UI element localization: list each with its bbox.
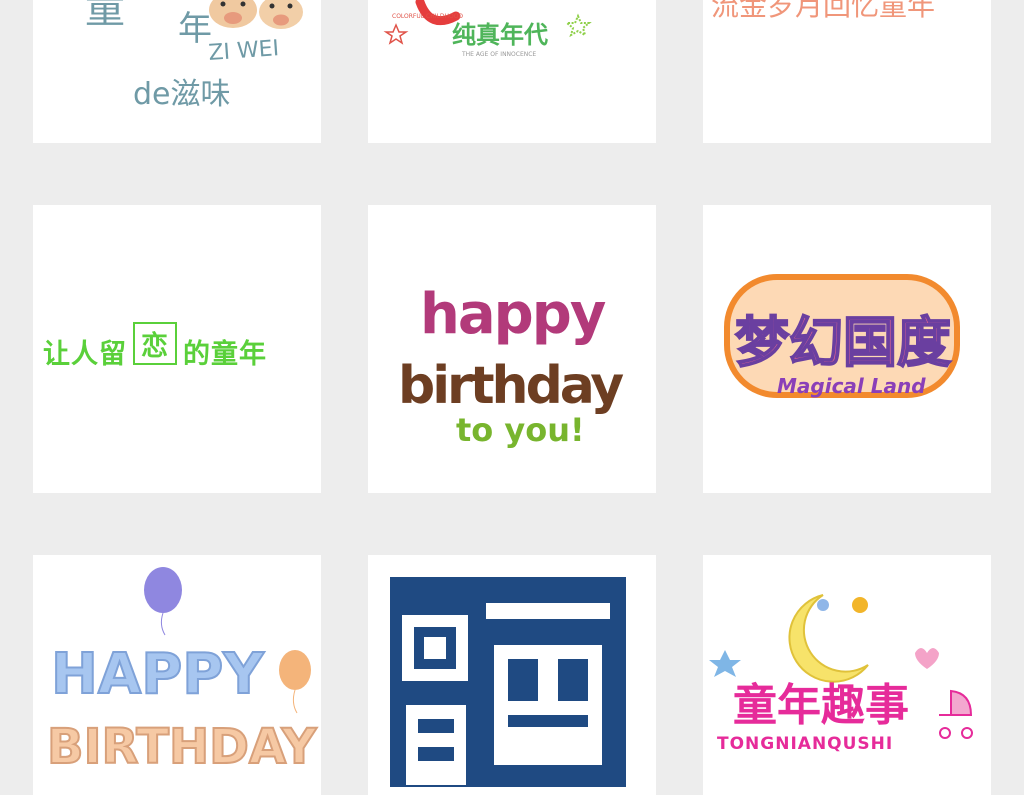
text-before: 让人留 [43,339,127,370]
sun-icon [852,597,868,613]
heart-icon [915,648,939,669]
star-icon [709,650,741,677]
tile-8[interactable] [368,555,656,795]
pig-figure-right [259,0,303,29]
balloon-purple-icon [144,567,182,613]
tile-3[interactable]: 流金岁月回忆童年 [703,0,991,143]
tile-1[interactable]: 童 年 ZI WEI de滋味 [33,0,321,143]
tile-6[interactable]: 梦幻国度 Magical Land [703,205,991,493]
magical-land-english-text: Magical Land [777,374,926,398]
happy-balloon-text: HAPPY [51,642,265,707]
de-zi-wei-text: de滋味 [133,77,231,112]
tile-4[interactable]: 让人留恋的童年 [33,205,321,493]
pure-era-text: 纯真年代 [452,21,548,49]
look-back-seal-art [390,577,626,787]
tile-2[interactable]: COLORFUL CHILDHOOD 纯真年代 THE AGE OF INNOC… [368,0,656,143]
happy-text: happy [420,282,606,347]
birthday-text: birthday [398,356,623,416]
magical-land-art: 梦幻国度 Magical Land [724,274,960,398]
to-you-text: to you! [456,411,585,449]
birthday-balloon-text: BIRTHDAY [47,719,318,775]
balloon-orange-icon [279,650,311,690]
magical-land-chinese-text: 梦幻国度 [735,311,951,374]
tile-7[interactable]: HAPPY BIRTHDAY [33,555,321,795]
text-after: 的童年 [183,339,267,370]
happy-birthday-colorful-art: happy birthday to you! [398,282,626,449]
happy-birthday-balloon-art: HAPPY BIRTHDAY [46,567,319,776]
colorful-childhood-text: COLORFUL CHILDHOOD [392,13,463,20]
childhood-fun-pinyin-text: TONGNIANQUSHI [717,734,893,754]
age-of-innocence-text: THE AGE OF INNOCENCE [461,51,536,58]
pig-figure-left [209,0,257,28]
stroller-icon [939,689,973,739]
pink-childhood-art: 流金岁月回忆童年 [711,0,935,22]
star-left-icon [383,23,409,45]
innocence-era-art: COLORFUL CHILDHOOD 纯真年代 THE AGE OF INNOC… [383,0,592,58]
tile-9[interactable]: 童年趣事 TONGNIANQUSHI [703,555,991,795]
childhood-zi-wei-art: 童 年 ZI WEI de滋味 [85,0,303,112]
zi-wei-text: ZI WEI [208,36,280,66]
childhood-fun-chinese-text: 童年趣事 [733,680,909,731]
tile-5[interactable]: happy birthday to you! [368,205,656,493]
childhood-fun-art: 童年趣事 TONGNIANQUSHI [709,594,973,754]
linger-childhood-art: 让人留恋的童年 [43,322,267,373]
star-right-icon [564,13,592,38]
boxed-char: 恋 [133,322,177,365]
char-tong: 童 [85,0,125,32]
golden-years-text: 流金岁月回忆童年 [711,0,935,22]
